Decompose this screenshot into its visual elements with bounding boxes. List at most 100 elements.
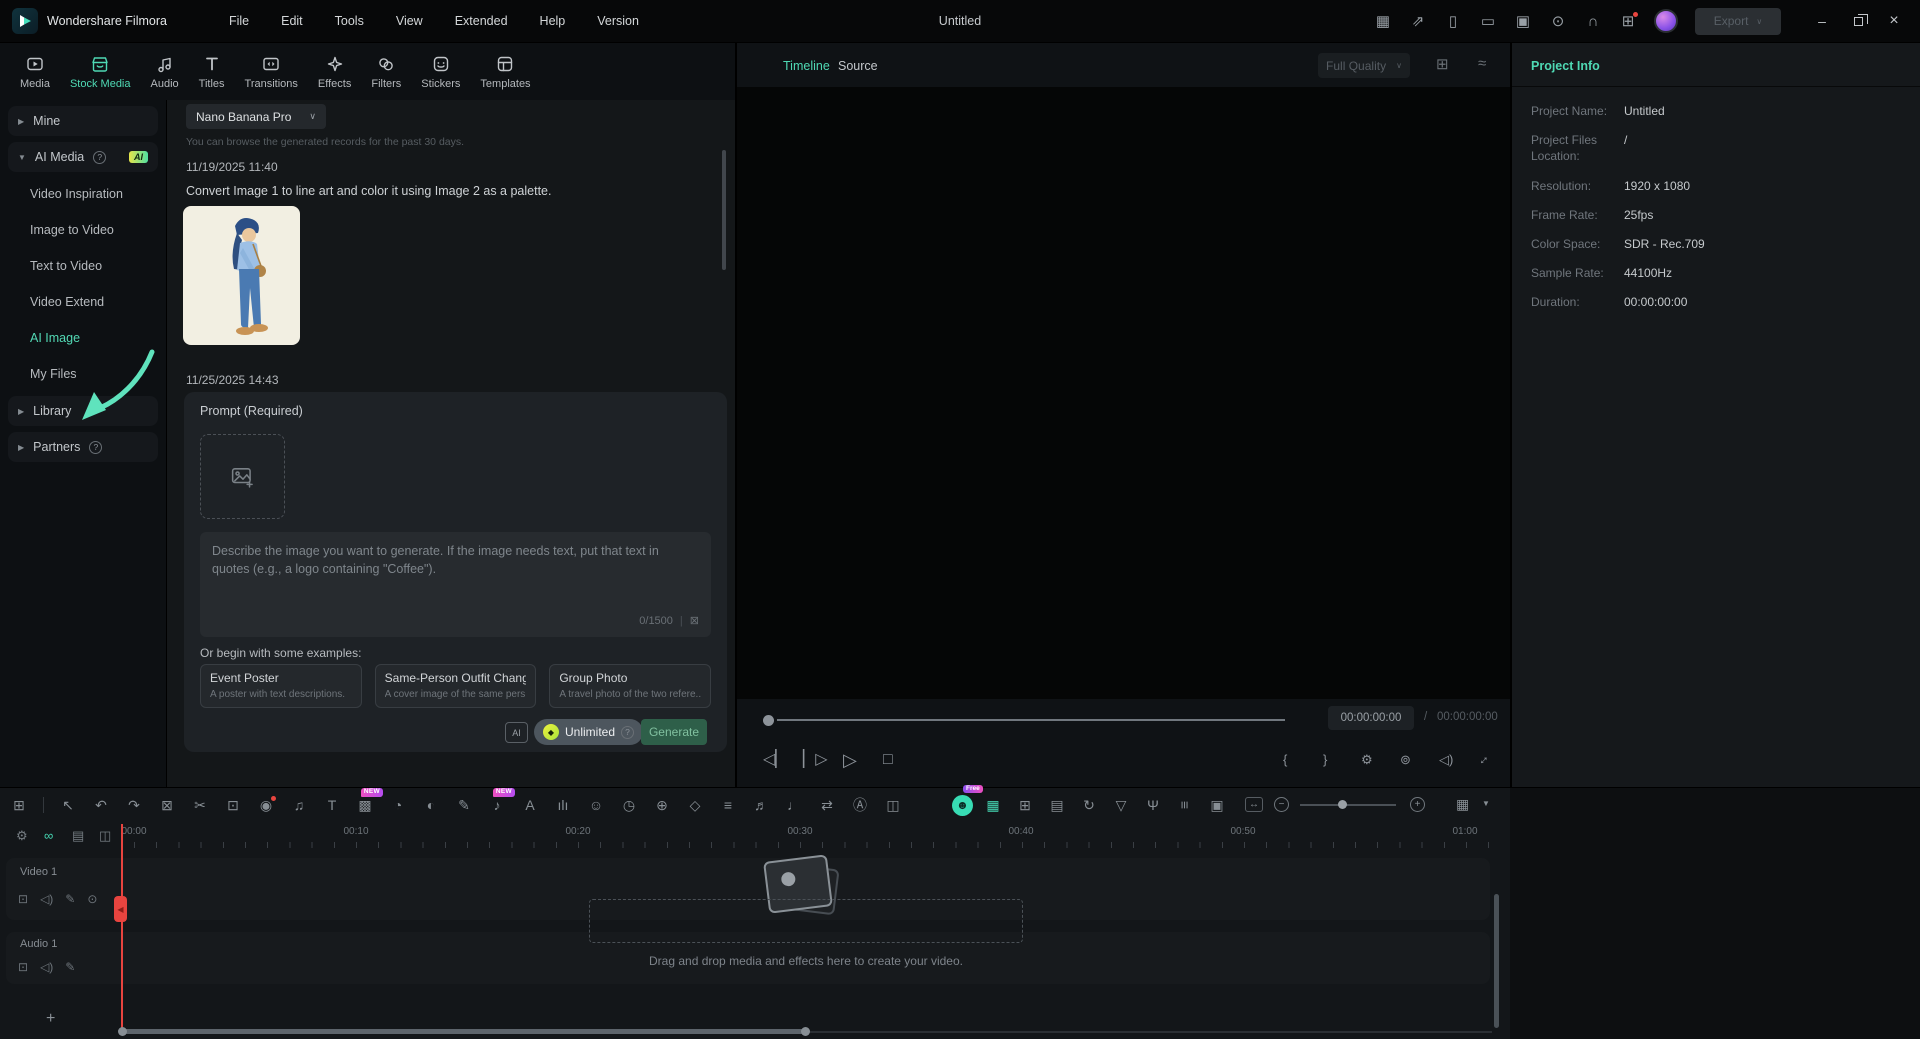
audio-mixer-icon[interactable]: ≡ xyxy=(1176,798,1194,812)
previous-frame-button[interactable]: ◁▏ xyxy=(763,750,788,770)
help-icon[interactable]: ? xyxy=(93,150,107,164)
playhead-handle[interactable] xyxy=(763,715,774,726)
voiceover-record-icon[interactable]: Ψ xyxy=(1144,798,1162,812)
chevron-down-icon[interactable]: ▼ xyxy=(1482,799,1490,808)
undo-icon[interactable]: ↶ xyxy=(92,798,110,812)
sidebar-item-mine[interactable]: ▶ Mine xyxy=(8,106,158,136)
stop-button[interactable]: □ xyxy=(883,750,893,770)
ai-portrait-icon[interactable]: ☺ xyxy=(587,798,605,812)
help-icon[interactable]: ? xyxy=(89,440,103,454)
current-timecode[interactable]: 00:00:00:00 xyxy=(1328,706,1414,730)
clear-prompt-icon[interactable]: ⊠ xyxy=(690,614,699,630)
help-icon[interactable]: ? xyxy=(621,725,635,739)
tab-effects[interactable]: Effects xyxy=(308,54,361,90)
menu-item[interactable]: View xyxy=(396,14,423,28)
crop-icon[interactable]: ⊡ xyxy=(224,798,242,812)
audio-visualizer-icon[interactable]: ♬ xyxy=(752,798,770,812)
timeline-playhead[interactable] xyxy=(121,824,123,1032)
audio-ducking-icon[interactable]: ◫ xyxy=(884,798,902,812)
restore-button[interactable] xyxy=(1840,0,1876,42)
sidebar-item-library[interactable]: ▶ Library xyxy=(8,396,158,426)
menu-item[interactable]: Help xyxy=(540,14,566,28)
seek-bar[interactable] xyxy=(777,719,1285,721)
sidebar-item-video-inspiration[interactable]: Video Inspiration xyxy=(30,180,123,208)
keyframe-diamond-icon[interactable]: ◇ xyxy=(686,798,704,812)
ai-color-palette-icon[interactable]: ◐ xyxy=(422,798,440,812)
sidebar-item-text-to-video[interactable]: Text to Video xyxy=(30,252,102,280)
tab-stock-media[interactable]: Stock Media xyxy=(60,54,141,90)
track-mute-icon[interactable]: ◁) xyxy=(40,892,53,906)
example-card[interactable]: Group Photo A travel photo of the two re… xyxy=(549,664,712,708)
zoom-out-button[interactable]: − xyxy=(1274,797,1289,812)
save-project-icon[interactable]: ▣ xyxy=(1514,14,1532,29)
apps-grid-icon[interactable]: ⊞ xyxy=(1619,11,1638,29)
media-dropzone[interactable] xyxy=(589,899,1023,943)
auto-ripple-icon[interactable]: ∞ xyxy=(44,828,53,843)
menu-item[interactable]: Tools xyxy=(335,14,364,28)
duration-icon[interactable]: ◷ xyxy=(620,798,638,812)
play-button[interactable]: ▷ xyxy=(843,750,857,770)
timeline-ruler[interactable]: 00:00 00:10 00:20 00:30 00:40 00:50 01:0… xyxy=(121,824,1494,850)
video-scopes-icon[interactable]: ≈ xyxy=(1478,55,1486,72)
beat-detection-icon[interactable]: ♫ xyxy=(290,798,308,812)
tab-titles[interactable]: Titles xyxy=(189,54,235,90)
select-tool-icon[interactable]: ↖ xyxy=(59,798,77,812)
example-card[interactable]: Same-Person Outfit Change A cover image … xyxy=(374,664,537,708)
track-visibility-icon[interactable]: ⊙ xyxy=(87,892,97,906)
tab-filters[interactable]: Filters xyxy=(361,54,411,90)
text-preset-icon[interactable]: ✎ xyxy=(455,798,473,812)
track-manager-icon[interactable]: ▦ xyxy=(1456,796,1469,813)
add-keyframe-icon[interactable]: ⊕ xyxy=(653,798,671,812)
account-avatar[interactable] xyxy=(1654,9,1678,33)
track-lock-icon[interactable]: ✎ xyxy=(65,892,75,906)
sidebar-item-ai-image[interactable]: AI Image xyxy=(30,324,80,352)
text-tool-icon[interactable]: T xyxy=(323,798,341,812)
menu-item[interactable]: File xyxy=(229,14,249,28)
export-button[interactable]: Export ∨ xyxy=(1695,7,1781,35)
mobile-transfer-icon[interactable]: ▯ xyxy=(1444,14,1462,29)
example-card[interactable]: Event Poster A poster with text descript… xyxy=(200,664,362,708)
horizontal-scrollbar-handle[interactable] xyxy=(122,1029,808,1034)
sidebar-item-partners[interactable]: ▶ Partners ? xyxy=(8,432,158,462)
zoom-in-button[interactable]: + xyxy=(1410,797,1425,812)
scroll-handle-start[interactable] xyxy=(118,1027,127,1036)
tab-media[interactable]: Media xyxy=(10,54,60,90)
scene-detection-icon[interactable]: ▤ xyxy=(1048,798,1066,812)
volume-icon[interactable]: ◁) xyxy=(1439,750,1453,770)
minimize-button[interactable]: – xyxy=(1804,0,1840,42)
quick-split-icon[interactable]: ◫ xyxy=(99,828,111,844)
ai-prompt-helper-icon[interactable]: AI xyxy=(505,722,528,743)
zoom-slider-knob[interactable] xyxy=(1338,800,1347,809)
fit-timeline-icon[interactable]: ↔ xyxy=(1245,797,1263,812)
sidebar-item-ai-media[interactable]: ▼ AI Media ? AI xyxy=(8,142,158,172)
menu-item[interactable]: Version xyxy=(597,14,639,28)
ai-text-icon[interactable]: A xyxy=(521,798,539,812)
prompt-textarea[interactable]: Describe the image you want to generate.… xyxy=(200,532,711,637)
sidebar-item-video-extend[interactable]: Video Extend xyxy=(30,288,104,316)
generate-button[interactable]: Generate xyxy=(641,719,707,745)
tab-timeline[interactable]: Timeline xyxy=(783,59,830,73)
tab-templates[interactable]: Templates xyxy=(470,54,540,90)
mark-out-icon[interactable]: } xyxy=(1323,750,1327,770)
credits-pill[interactable]: ◆ Unlimited ? xyxy=(534,719,644,745)
render-preview-icon[interactable]: ↻ xyxy=(1080,798,1098,812)
text-to-speech-icon[interactable]: ♩ xyxy=(785,798,803,812)
keyboard-shortcuts-icon[interactable]: ▤ xyxy=(72,828,84,844)
menu-item[interactable]: Extended xyxy=(455,14,508,28)
reference-image-dropzone[interactable] xyxy=(200,434,285,519)
vertical-scrollbar[interactable] xyxy=(1494,894,1499,1028)
adjustment-icon[interactable]: ≡ xyxy=(719,798,737,812)
ai-copilot-icon[interactable]: ☻ Free xyxy=(952,784,983,816)
playback-settings-icon[interactable]: ⚙ xyxy=(1361,750,1373,770)
fullscreen-icon[interactable]: ↕ xyxy=(1477,750,1492,770)
track-options-icon[interactable]: ⊡ xyxy=(18,960,28,974)
close-button[interactable]: × xyxy=(1876,0,1912,42)
history-scrollbar[interactable] xyxy=(722,150,726,270)
snapshot-camera-icon[interactable]: ⊚ xyxy=(1400,750,1411,770)
support-headset-icon[interactable]: ∩ xyxy=(1584,14,1602,29)
voice-changer-icon[interactable]: ılı xyxy=(554,798,572,812)
mask-icon[interactable]: ▩ NEW xyxy=(356,788,383,812)
workspace-layout-icon[interactable]: ▭ xyxy=(1479,14,1497,29)
upload-icon[interactable]: ⊙ xyxy=(1549,14,1567,29)
speech-to-text-icon[interactable]: ⇄ xyxy=(818,798,836,812)
